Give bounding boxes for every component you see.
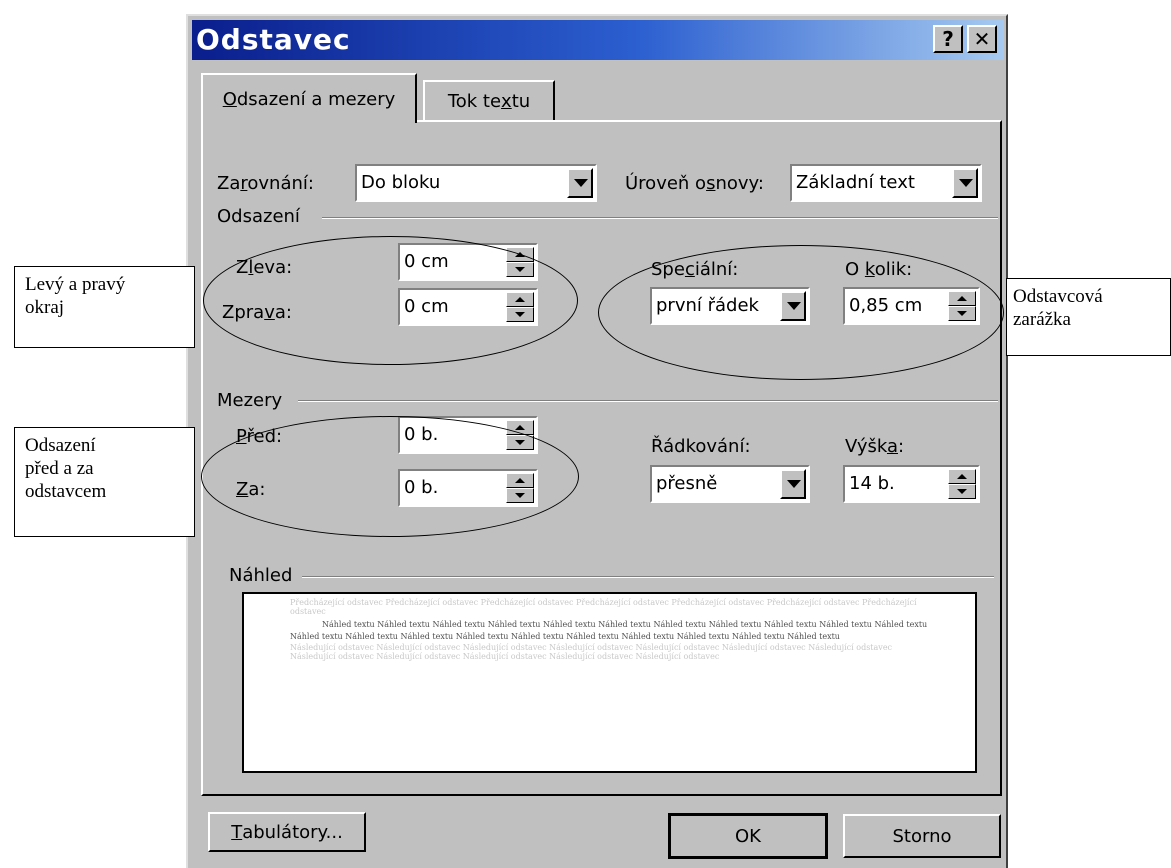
tab-text-flow[interactable]: Tok te x tu [423, 80, 555, 120]
label-pre: Za [217, 173, 241, 194]
outline-level-label: Úroveň osnovy: [625, 173, 764, 194]
alignment-label: Zarovnání: [217, 173, 314, 194]
alignment-select[interactable]: Do bloku [355, 164, 597, 202]
label-post: novy: [715, 173, 764, 194]
outline-dropdown-arrow-icon[interactable] [952, 168, 978, 198]
preview-current-paragraph: Náhled textu Náhled textu Náhled textu N… [290, 620, 928, 641]
label-key: a [886, 436, 898, 457]
alignment-dropdown-arrow-icon[interactable] [567, 168, 593, 198]
button-label-key: T [231, 821, 243, 843]
button-label-post: abulátory... [242, 821, 343, 843]
dialog-title: Odstavec [196, 23, 351, 56]
preview-group-divider [302, 576, 994, 578]
preview-group-title: Náhled [229, 565, 293, 586]
tab-label-key: O [222, 88, 237, 110]
first-line-highlight-oval [598, 245, 1004, 380]
spin-down-icon[interactable] [948, 484, 976, 499]
indent-group-divider [322, 217, 998, 219]
margins-highlight-oval [203, 236, 578, 365]
line-spacing-select[interactable]: přesně [650, 465, 810, 503]
line-spacing-at-spinner[interactable] [948, 469, 976, 499]
preview-previous-paragraph: Předcházející odstavec Předcházející ods… [290, 598, 917, 616]
spacing-group-title: Mezery [217, 390, 283, 411]
line-spacing-at-field[interactable]: 14 b. [843, 465, 980, 503]
label-pre: Výšk [845, 436, 887, 457]
line-spacing-label: Řádkování: [651, 436, 751, 457]
tab-indents-spacing[interactable]: Odsazení a mezery [201, 73, 417, 123]
label-post: ovnání: [247, 173, 314, 194]
line-spacing-at-label: Výška: [845, 436, 904, 457]
cancel-button[interactable]: Storno [843, 814, 1001, 858]
label-pre: Úroveň o [625, 173, 707, 194]
first-line-indent-callout: Odstavcová zarážka [1006, 278, 1171, 356]
label-pre: Řádkování [651, 436, 745, 457]
tab-label-post: dsazení a mezery [236, 88, 396, 110]
line-spacing-value: přesně [656, 473, 718, 494]
preview-box: Předcházející odstavec Předcházející ods… [242, 592, 977, 773]
label-post: : [898, 436, 905, 457]
preview-following-paragraph: Následující odstavec Následující odstave… [290, 643, 893, 661]
indent-group-title: Odsazení [217, 206, 300, 227]
ok-button[interactable]: OK [668, 813, 828, 859]
tab-label-post: tu [511, 90, 531, 112]
alignment-value: Do bloku [361, 172, 441, 193]
margins-callout: Levý a pravý okraj [14, 266, 195, 348]
outline-level-select[interactable]: Základní text [790, 164, 982, 202]
tabs-button[interactable]: Tabulátory... [208, 812, 366, 852]
tab-label-pre: Tok te [447, 90, 502, 112]
paragraph-spacing-callout: Odsazení před a za odstavcem [14, 427, 195, 537]
spin-up-icon[interactable] [948, 469, 976, 484]
spacing-highlight-oval [201, 416, 579, 537]
close-button[interactable]: ✕ [967, 25, 997, 53]
line-spacing-at-value: 14 b. [849, 473, 895, 494]
tab-label-key: x [501, 90, 512, 112]
spacing-group-divider [298, 400, 998, 402]
outline-level-value: Základní text [796, 172, 915, 193]
label-post: : [744, 436, 751, 457]
help-button[interactable]: ? [933, 25, 963, 53]
line-spacing-dropdown-arrow-icon[interactable] [780, 469, 806, 499]
